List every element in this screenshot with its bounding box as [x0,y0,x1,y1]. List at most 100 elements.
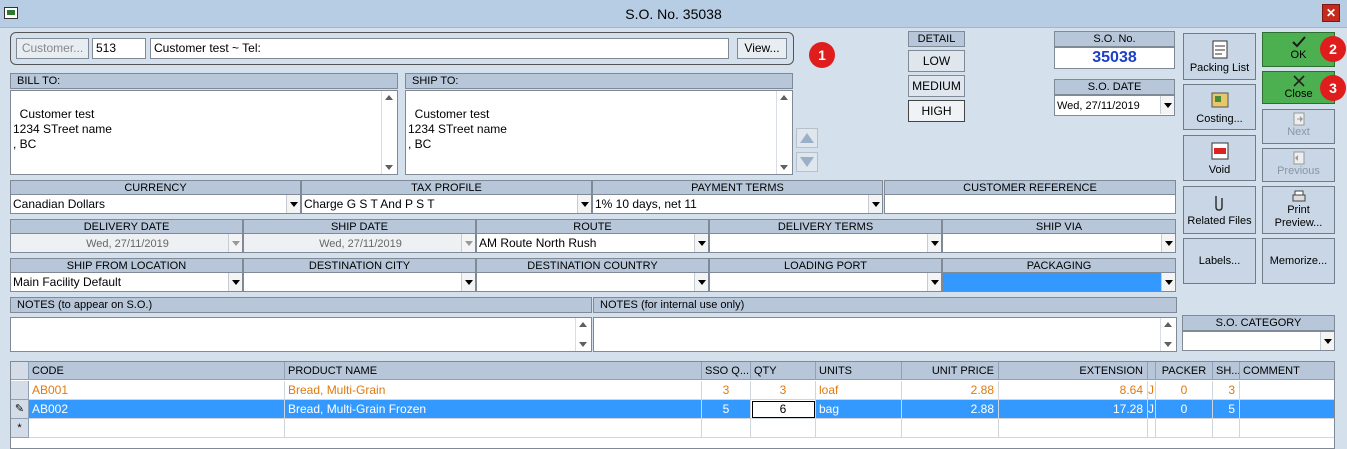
chevron-down-icon[interactable] [1161,273,1175,291]
bill-to-address[interactable]: Customer test 1234 STreet name , BC [10,90,398,175]
destination-city-select[interactable] [243,272,476,292]
cell-units[interactable] [816,419,902,438]
delivery-terms-select[interactable] [709,233,942,253]
ship-to-address[interactable]: Customer test 1234 STreet name , BC [405,90,793,175]
notes-public-scrollbar[interactable] [575,318,591,351]
row-header[interactable] [11,381,29,400]
scroll-down-icon[interactable] [1164,342,1172,347]
detail-medium-button[interactable]: MEDIUM [908,75,965,97]
chevron-down-icon[interactable] [461,234,475,252]
col-header-comment[interactable]: COMMENT [1240,362,1334,380]
notes-public-field[interactable] [10,317,592,352]
customer-reference-field[interactable] [884,194,1176,214]
route-select[interactable]: AM Route North Rush [476,233,709,253]
cell-extension[interactable]: 8.64 [999,381,1148,400]
cell-flag[interactable] [1148,419,1156,438]
chevron-down-icon[interactable] [1320,332,1334,350]
col-header-flag[interactable] [1148,362,1156,380]
memorize-button[interactable]: Memorize... [1262,238,1335,284]
currency-select[interactable]: Canadian Dollars [10,194,301,214]
chevron-down-icon[interactable] [927,234,941,252]
cell-unit-price[interactable]: 2.88 [902,381,999,400]
chevron-down-icon[interactable] [577,195,591,213]
chevron-down-icon[interactable] [868,195,882,213]
payment-terms-select[interactable]: 1% 10 days, net 11 [592,194,883,214]
ship-from-location-select[interactable]: Main Facility Default [10,272,243,292]
detail-high-button[interactable]: HIGH [908,100,965,122]
chevron-down-icon[interactable] [694,234,708,252]
customer-button[interactable]: Customer... [16,38,89,59]
packing-list-button[interactable]: Packing List [1183,33,1256,80]
cell-code[interactable]: AB002 [29,400,285,419]
next-button[interactable]: Next [1262,109,1335,144]
move-up-button[interactable] [796,128,818,148]
move-down-button[interactable] [796,152,818,172]
scroll-up-icon[interactable] [1164,322,1172,327]
col-header-ship[interactable]: SH... [1213,362,1240,380]
chevron-down-icon[interactable] [228,273,242,291]
cell-qty[interactable] [751,419,816,438]
cell-flag[interactable]: J [1148,400,1156,419]
cell-flag[interactable]: J [1148,381,1156,400]
cell-unit-price[interactable]: 2.88 [902,400,999,419]
cell-ship[interactable]: 3 [1213,381,1240,400]
customer-id-field[interactable]: 513 [92,38,146,59]
cell-unit-price[interactable] [902,419,999,438]
cell-qty[interactable]: 6 [751,400,816,419]
cell-sso-qty[interactable] [702,419,751,438]
cell-ship[interactable]: 5 [1213,400,1240,419]
chevron-down-icon[interactable] [228,234,242,252]
cell-product-name[interactable] [285,419,702,438]
chevron-down-icon[interactable] [286,195,300,213]
void-button[interactable]: Void [1183,135,1256,181]
cell-comment[interactable] [1240,381,1334,400]
chevron-down-icon[interactable] [694,273,708,291]
col-header-extension[interactable]: EXTENSION [999,362,1148,380]
notes-internal-scrollbar[interactable] [1160,318,1176,351]
cell-comment[interactable] [1240,400,1334,419]
tax-profile-select[interactable]: Charge G S T And P S T [301,194,592,214]
line-items-grid[interactable]: CODE PRODUCT NAME SSO Q... QTY UNITS UNI… [10,361,1335,449]
cell-sso-qty[interactable]: 5 [702,400,751,419]
col-header-packer[interactable]: PACKER [1156,362,1213,380]
cell-sso-qty[interactable]: 3 [702,381,751,400]
chevron-down-icon[interactable] [1161,234,1175,252]
so-date-picker[interactable]: Wed, 27/11/2019 [1054,95,1175,116]
so-category-select[interactable] [1182,331,1335,351]
cell-packer[interactable] [1156,419,1213,438]
window-close-button[interactable]: ✕ [1322,4,1340,22]
col-header-unit-price[interactable]: UNIT PRICE [902,362,999,380]
scroll-up-icon[interactable] [385,95,393,100]
destination-country-select[interactable] [476,272,709,292]
cell-extension[interactable]: 17.28 [999,400,1148,419]
bill-to-scrollbar[interactable] [381,91,397,174]
loading-port-select[interactable] [709,272,942,292]
related-files-button[interactable]: Related Files [1183,186,1256,234]
col-header-code[interactable]: CODE [29,362,285,380]
chevron-down-icon[interactable] [927,273,941,291]
cell-units[interactable]: loaf [816,381,902,400]
labels-button[interactable]: Labels... [1183,238,1256,284]
cell-units[interactable]: bag [816,400,902,419]
notes-internal-field[interactable] [593,317,1177,352]
col-header-qty[interactable]: QTY [751,362,816,380]
scroll-down-icon[interactable] [780,165,788,170]
cell-code[interactable] [29,419,285,438]
col-header-units[interactable]: UNITS [816,362,902,380]
col-header-sso-qty[interactable]: SSO Q... [702,362,751,380]
print-preview-button[interactable]: Print Preview... [1262,186,1335,234]
chevron-down-icon[interactable] [461,273,475,291]
packaging-select[interactable] [942,272,1176,292]
cell-packer[interactable]: 0 [1156,381,1213,400]
chevron-down-icon[interactable] [1160,96,1174,114]
edit-pencil-icon[interactable]: ✎ [11,400,29,419]
scroll-down-icon[interactable] [579,342,587,347]
cell-code[interactable]: AB001 [29,381,285,400]
delivery-date-picker[interactable]: Wed, 27/11/2019 [10,233,243,253]
customer-name-field[interactable]: Customer test ~ Tel: [150,38,729,59]
ship-date-picker[interactable]: Wed, 27/11/2019 [243,233,476,253]
ship-to-scrollbar[interactable] [776,91,792,174]
view-customer-button[interactable]: View... [737,38,787,59]
ship-via-select[interactable] [942,233,1176,253]
cell-extension[interactable] [999,419,1148,438]
